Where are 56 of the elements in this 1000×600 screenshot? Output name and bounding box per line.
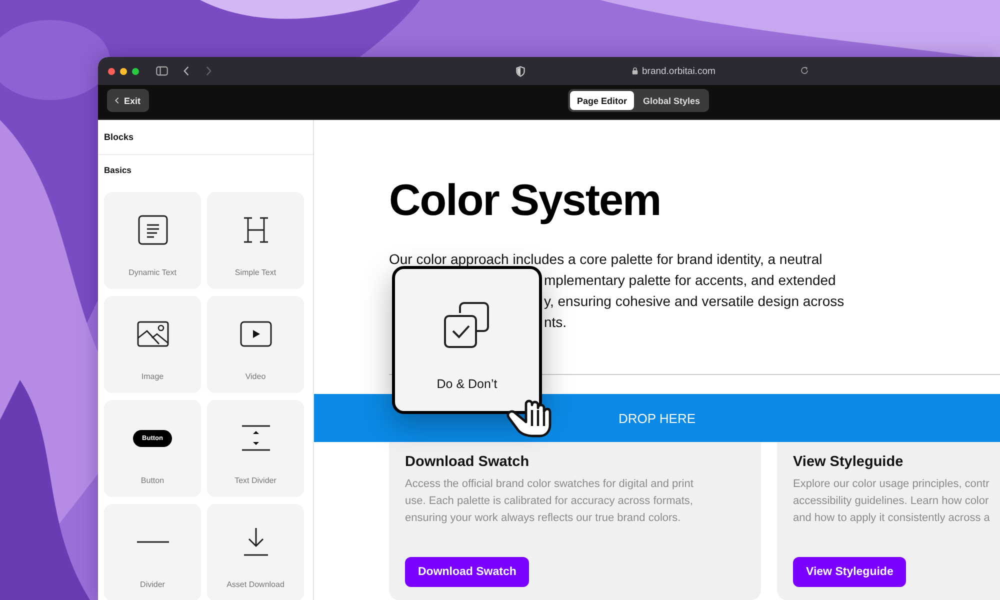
block-label: Simple Text	[234, 268, 276, 277]
chevron-left-icon	[115, 97, 119, 104]
text-block-icon	[138, 215, 168, 245]
paragraph-line: nts.	[543, 313, 568, 332]
dragged-block[interactable]: Do & Don’t	[392, 266, 542, 414]
letter-h-icon	[242, 216, 268, 244]
card-text-line: Explore our color usage principles, contr	[793, 477, 990, 492]
card-title: Download Swatch	[405, 454, 530, 470]
download-icon	[242, 527, 268, 557]
block-label: Button	[140, 476, 164, 485]
page-title: Color System	[389, 175, 662, 227]
card-title: View Styleguide	[793, 454, 904, 470]
block-tile[interactable]: Image	[104, 296, 201, 393]
back-icon[interactable]	[183, 66, 190, 76]
block-tile[interactable]: Video	[207, 296, 304, 393]
mode-tab[interactable]: Page Editor	[570, 91, 634, 110]
mode-tab[interactable]: Global Styles	[636, 91, 708, 110]
shield-icon[interactable]	[516, 66, 525, 77]
forward-icon[interactable]	[205, 66, 212, 76]
block-tile[interactable]: Asset Download	[207, 504, 304, 600]
card-text-line: accessibility guidelines. Learn how color	[793, 494, 990, 509]
block-label: Divider	[140, 580, 165, 589]
card-text-line: Access the official brand color swatches for digital and print	[405, 477, 694, 492]
block-label: Video	[245, 372, 266, 381]
block-tile[interactable]: Divider	[104, 504, 201, 600]
card-text-line: ensuring your work always reflects our true brand colors.	[405, 511, 682, 526]
block-tile[interactable]: Text Divider	[207, 400, 304, 497]
block-label: Text Divider	[234, 476, 276, 485]
block-label: Do & Don’t	[436, 377, 498, 391]
block-tile[interactable]: Dynamic Text	[104, 192, 201, 289]
panel-title: Blocks	[98, 120, 313, 155]
card-text-line: and how to apply it consistently across a	[793, 511, 990, 526]
image-icon	[136, 321, 168, 347]
card-text-line: use. Each palette is calibrated for accuracy across formats,	[405, 494, 694, 509]
block-label: Dynamic Text	[128, 268, 176, 277]
close-window-icon[interactable]	[108, 68, 115, 74]
url-text[interactable]: brand.orbitai.com	[642, 66, 716, 76]
paragraph-line: y, ensuring cohesive and versatile design across	[543, 292, 846, 311]
card-button[interactable]: Download Swatch	[405, 557, 530, 587]
section-label: Basics	[103, 164, 132, 177]
card-button[interactable]: View Styleguide	[793, 557, 906, 587]
block-label: Image	[141, 372, 164, 381]
sidebar-toggle-icon[interactable]	[156, 66, 168, 76]
paragraph-line: mplementary palette for accents, and extended	[543, 271, 837, 290]
exit-button[interactable]: Exit	[107, 89, 149, 112]
maximize-window-icon[interactable]	[132, 68, 139, 74]
text-divider-icon	[240, 425, 270, 451]
block-tile[interactable]: Simple Text	[207, 192, 304, 289]
paragraph-line: Our color approach includes a core palette for brand identity, a neutral	[389, 250, 824, 269]
lock-icon	[632, 67, 638, 75]
video-icon	[240, 321, 272, 347]
minimize-window-icon[interactable]	[120, 68, 127, 74]
checkbox-copy-icon	[442, 301, 492, 349]
reload-icon[interactable]	[800, 66, 809, 75]
block-label: Asset Download	[226, 580, 284, 589]
divider-line-icon	[136, 540, 168, 544]
